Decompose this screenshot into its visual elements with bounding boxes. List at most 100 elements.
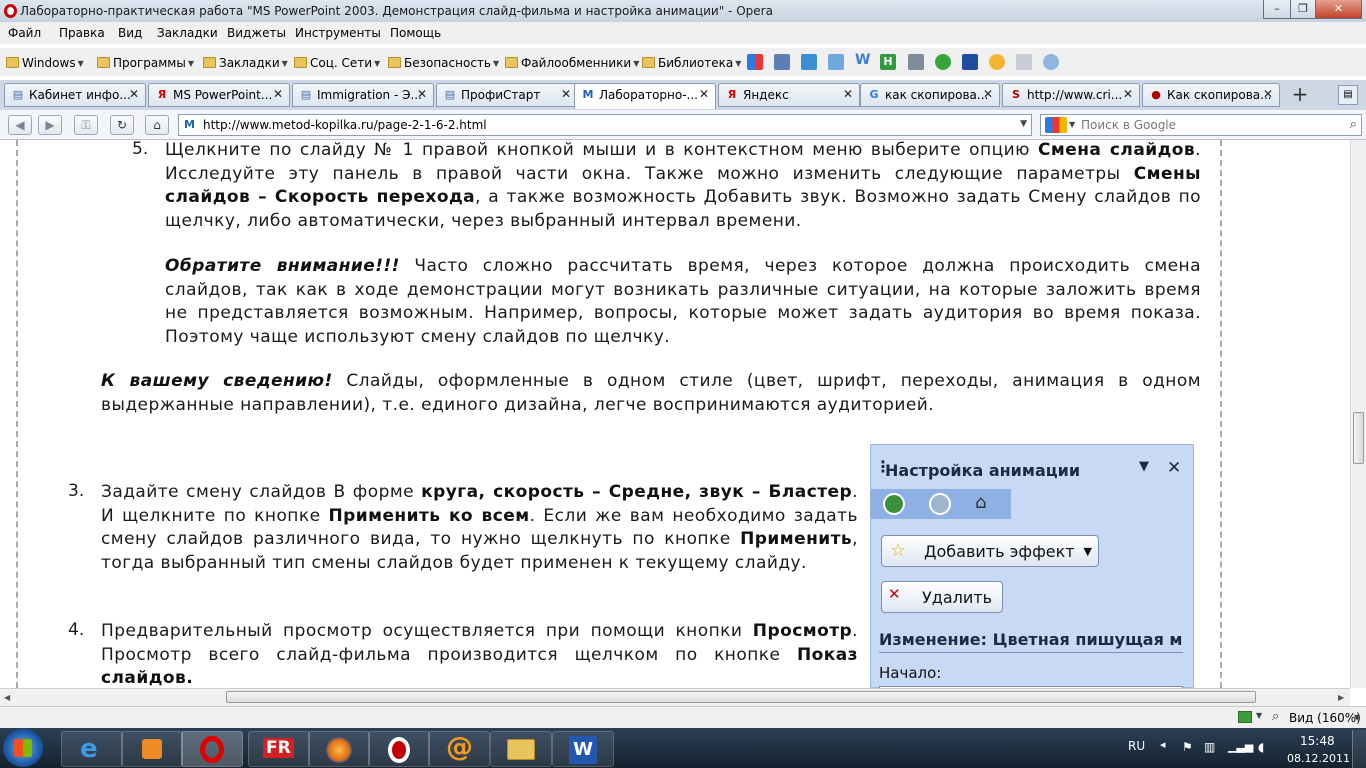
clock-time[interactable]: 15:48 bbox=[1300, 734, 1335, 748]
close-tab-icon[interactable]: ✕ bbox=[1263, 87, 1273, 101]
tab-3[interactable]: ▤ Immigration - Э... ✕ bbox=[292, 83, 434, 107]
tab-9[interactable]: ● Как скопирова... ✕ bbox=[1142, 83, 1280, 107]
arrow-icon[interactable] bbox=[962, 54, 978, 70]
tab-8[interactable]: Shttp://www.cri... ✕ bbox=[1002, 83, 1140, 107]
key-icon[interactable]: ⚿ bbox=[74, 115, 98, 135]
taskbar-opera2[interactable] bbox=[368, 731, 430, 767]
address-field[interactable]: M http://www.metod-kopilka.ru/page-2-1-6… bbox=[178, 114, 1032, 136]
close-tab-icon[interactable]: ✕ bbox=[843, 87, 853, 101]
minimize-button[interactable]: – bbox=[1263, 0, 1291, 19]
tab-6[interactable]: Я Яндекс ✕ bbox=[718, 83, 860, 107]
face-icon[interactable] bbox=[989, 54, 1005, 70]
yandex-icon: Я bbox=[157, 88, 167, 101]
back-button[interactable]: ◀ bbox=[8, 115, 32, 135]
search-field[interactable]: ▼ Поиск в Google ⌕ bbox=[1040, 114, 1362, 136]
menu-tools[interactable]: Инструменты bbox=[295, 26, 381, 40]
menu-bookmarks[interactable]: Закладки bbox=[157, 26, 218, 40]
menu-file[interactable]: Файл bbox=[8, 26, 41, 40]
tab-5-active[interactable]: M Лабораторно-... ✕ bbox=[574, 83, 716, 109]
tab-7[interactable]: Gкак скопирова... ✕ bbox=[860, 83, 1000, 107]
menu-edit[interactable]: Правка bbox=[59, 26, 105, 40]
close-tab-icon[interactable]: ✕ bbox=[129, 87, 139, 101]
translate-icon[interactable] bbox=[801, 54, 817, 70]
opera-logo-icon bbox=[4, 4, 17, 18]
forward-button[interactable]: ▶ bbox=[38, 115, 62, 135]
google-icon[interactable] bbox=[747, 54, 763, 70]
key-icon[interactable] bbox=[1016, 54, 1032, 70]
scroll-left-icon[interactable]: ◀ bbox=[4, 693, 10, 702]
menu-widgets[interactable]: Виджеты bbox=[227, 26, 286, 40]
bookmark-folder-security[interactable]: Безопасность ▼ bbox=[388, 56, 499, 70]
bookmarks-bar: Windows ▼ Программы ▼ Закладки ▼ Соц. Сети ▼… bbox=[0, 48, 1366, 76]
close-window-button[interactable]: ✕ bbox=[1315, 0, 1362, 19]
widget-icon[interactable] bbox=[1238, 711, 1252, 723]
scroll-thumb[interactable] bbox=[1353, 412, 1364, 464]
search-icon[interactable]: ⌕ bbox=[1350, 117, 1357, 132]
language-indicator[interactable]: RU bbox=[1128, 739, 1145, 753]
home-button[interactable]: ⌂ bbox=[145, 115, 169, 135]
horizontal-scrollbar[interactable]: ◀ ▶ bbox=[0, 688, 1350, 706]
tab-4[interactable]: ▤ ПрофиСтарт ✕ bbox=[436, 83, 578, 107]
google-icon[interactable] bbox=[1045, 117, 1067, 133]
taskbar-ie[interactable]: e bbox=[61, 731, 123, 767]
bookmark-folder-windows[interactable]: Windows ▼ bbox=[6, 56, 84, 70]
sun-icon[interactable] bbox=[1043, 54, 1059, 70]
emphasis-text: Обратите внимание!!! bbox=[165, 256, 400, 276]
h-icon[interactable]: H bbox=[880, 54, 896, 70]
taskbar-word[interactable]: W bbox=[552, 731, 614, 767]
restore-button[interactable]: ❐ bbox=[1290, 0, 1316, 19]
network-icon[interactable]: ▥ bbox=[1204, 740, 1215, 754]
bookmark-folder-filesharing[interactable]: Файлообменники ▼ bbox=[505, 56, 639, 70]
reload-button[interactable]: ↻ bbox=[110, 115, 134, 135]
taskbar-media[interactable] bbox=[121, 731, 183, 767]
close-tab-icon[interactable]: ✕ bbox=[561, 87, 571, 101]
close-tab-icon[interactable]: ✕ bbox=[983, 87, 993, 101]
chevron-down-icon[interactable]: ▼ bbox=[1354, 713, 1360, 722]
volume-icon[interactable]: ◖ bbox=[1258, 740, 1264, 754]
scroll-thumb[interactable] bbox=[226, 691, 1256, 703]
vertical-scrollbar[interactable] bbox=[1350, 140, 1366, 688]
taskbar-fr[interactable]: FR bbox=[248, 731, 310, 767]
bookmark-folder-library[interactable]: Библиотека ▼ bbox=[642, 56, 741, 70]
signal-icon[interactable]: ▁▃▅ bbox=[1228, 740, 1253, 753]
item-4-number: 4. bbox=[68, 620, 85, 640]
chevron-down-icon[interactable]: ▼ bbox=[1069, 120, 1075, 129]
bookmark-folder-social[interactable]: Соц. Сети ▼ bbox=[294, 56, 380, 70]
bookmark-folder-bookmarks[interactable]: Закладки ▼ bbox=[203, 56, 288, 70]
zoom-level[interactable]: Вид (160%) bbox=[1289, 711, 1361, 725]
tab-menu-icon[interactable]: ▤ bbox=[1338, 85, 1358, 105]
taskbar-mail-agent[interactable]: @ bbox=[428, 731, 490, 767]
folder-icon bbox=[203, 57, 216, 68]
tab-1[interactable]: ▤ Кабинет инфо... ✕ bbox=[4, 83, 146, 107]
mail-icon[interactable] bbox=[774, 54, 790, 70]
folder-icon bbox=[505, 57, 518, 68]
chevron-down-icon: ▼ bbox=[1083, 545, 1092, 558]
clock-date[interactable]: 08.12.2011 bbox=[1287, 752, 1350, 765]
close-tab-icon[interactable]: ✕ bbox=[1123, 87, 1133, 101]
item-4-text: Предварительный просмотр осуществляется … bbox=[101, 620, 858, 691]
menu-help[interactable]: Помощь bbox=[390, 26, 441, 40]
taskbar-explorer[interactable] bbox=[490, 731, 552, 767]
item-5-number: 5. bbox=[132, 139, 149, 159]
url-text[interactable]: http://www.metod-kopilka.ru/page-2-1-6-2… bbox=[203, 118, 487, 132]
sound-icon[interactable] bbox=[908, 54, 924, 70]
tray-arrow-icon[interactable]: ◂ bbox=[1160, 738, 1166, 751]
play-icon[interactable] bbox=[935, 54, 951, 70]
taskbar-firefox[interactable] bbox=[308, 731, 370, 767]
tab-2[interactable]: Я MS PowerPoint... ✕ bbox=[148, 83, 290, 107]
menu-view[interactable]: Вид bbox=[118, 26, 142, 40]
taskbar-opera[interactable] bbox=[181, 731, 243, 767]
bird-icon[interactable] bbox=[828, 54, 844, 70]
close-tab-icon[interactable]: ✕ bbox=[273, 87, 283, 101]
scroll-right-icon[interactable]: ▶ bbox=[1338, 693, 1344, 702]
close-tab-icon[interactable]: ✕ bbox=[699, 87, 709, 101]
close-tab-icon[interactable]: ✕ bbox=[417, 87, 427, 101]
flag-icon[interactable]: ⚑ bbox=[1182, 740, 1193, 754]
w-icon[interactable]: W bbox=[855, 52, 870, 68]
bookmark-folder-programs[interactable]: Программы ▼ bbox=[97, 56, 194, 70]
start-button[interactable] bbox=[3, 729, 43, 767]
chevron-down-icon[interactable]: ▼ bbox=[1020, 119, 1027, 129]
show-desktop-button[interactable] bbox=[1352, 730, 1366, 768]
new-tab-button[interactable]: + bbox=[1286, 84, 1314, 106]
chevron-down-icon[interactable]: ▼ bbox=[1256, 711, 1262, 720]
